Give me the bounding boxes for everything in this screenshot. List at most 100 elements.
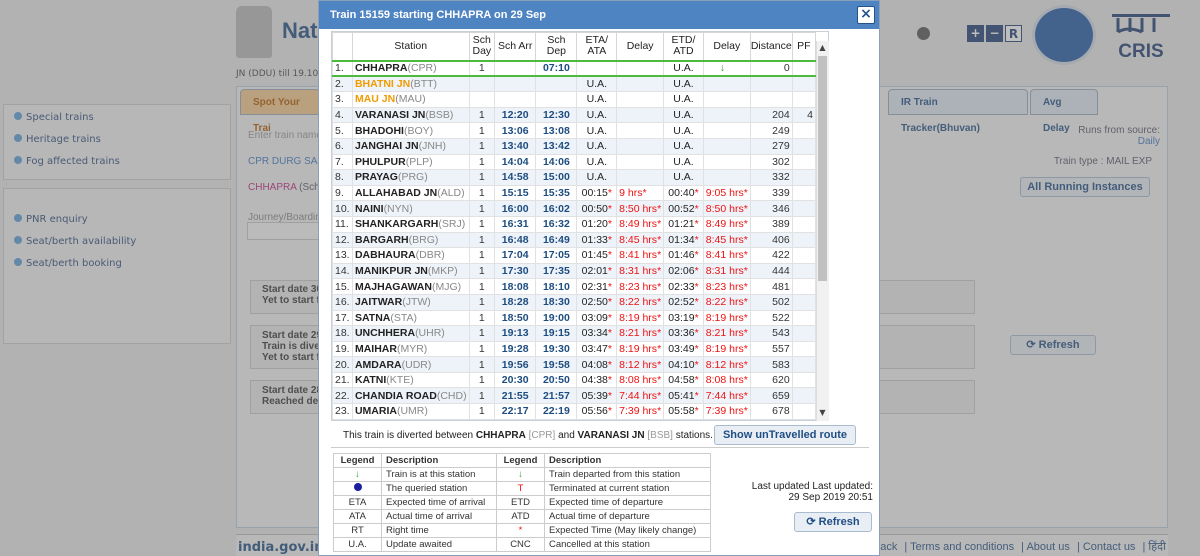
departure-delay: ↓ bbox=[702, 60, 751, 78]
eta: 04:08* bbox=[576, 356, 618, 373]
expected-star-icon: * bbox=[607, 218, 612, 231]
eta: U.A. bbox=[576, 91, 618, 108]
departure-delay-value: 8:50 hrs bbox=[705, 202, 744, 215]
row-number: 9. bbox=[332, 184, 353, 202]
station-row[interactable]: 9. ALLAHABAD JN(ALD) 1 15:15 15:35 00:15* 9 hr… bbox=[332, 184, 817, 202]
row-number: 24. bbox=[332, 418, 353, 420]
station-row[interactable]: 21. KATNI(KTE) 1 20:30 20:50 04:38* 8:08 hrs* 0… bbox=[332, 371, 817, 389]
expected-star-icon: * bbox=[694, 342, 699, 355]
expected-star-icon: * bbox=[743, 202, 748, 215]
station-row[interactable]: 19. MAIHAR(MYR) 1 19:28 19:30 03:47* 8:19 hrs*… bbox=[332, 340, 817, 358]
eta-value: 01:45 bbox=[581, 249, 608, 262]
sch-day: 1 bbox=[468, 403, 496, 420]
platform bbox=[791, 137, 817, 155]
departure-delay: 8:41 hrs* bbox=[702, 247, 751, 264]
station-row[interactable]: 12. BARGARH(BRG) 1 16:48 16:49 01:33* 8:45 hrs… bbox=[332, 231, 817, 249]
sch-departure: 15:00 bbox=[535, 169, 578, 186]
etd-value: 04:10 bbox=[668, 358, 695, 371]
eta: 03:47* bbox=[576, 340, 618, 358]
station-row[interactable]: 3. MAU JN(MAU) U.A. U.A. bbox=[332, 91, 817, 108]
platform bbox=[791, 169, 817, 186]
close-icon[interactable]: × bbox=[857, 6, 875, 24]
refresh-button[interactable]: ⟳ Refresh bbox=[794, 512, 872, 532]
station-row[interactable]: 14. MANIKPUR JN(MKP) 1 17:30 17:35 02:01* 8:31… bbox=[332, 262, 817, 280]
expected-star-icon: * bbox=[607, 374, 612, 387]
eta: 06:21* bbox=[576, 418, 618, 420]
station-code: (MKP) bbox=[427, 265, 458, 278]
station-name: UNCHHERA(UHR) bbox=[351, 325, 470, 342]
diversion-notice: This train is diverted between CHHAPRA [… bbox=[343, 430, 713, 441]
legend-symbol: ETD bbox=[495, 495, 545, 510]
sch-arrival bbox=[494, 91, 537, 108]
train-departed-icon: ↓ bbox=[719, 62, 726, 75]
expected-star-icon: * bbox=[607, 249, 612, 262]
sch-day: 1 bbox=[468, 184, 496, 202]
divert-from-name: CHHAPRA bbox=[475, 430, 526, 441]
station-row[interactable]: 1. CHHAPRA(CPR) 1 07:10 U.A. ↓ 0 bbox=[332, 60, 817, 78]
etd-value: 05:41 bbox=[668, 389, 695, 402]
distance: 339 bbox=[749, 184, 793, 202]
arrival-delay-value: 8:41 hrs bbox=[619, 249, 658, 262]
departure-delay-value: 8:21 hrs bbox=[705, 327, 744, 340]
arrival-delay: 8:19 hrs* bbox=[616, 340, 665, 358]
station-name: BIRSINGHPUR(BRS) bbox=[351, 418, 470, 420]
sch-day: 1 bbox=[468, 293, 496, 311]
station-row[interactable]: 23. UMARIA(UMR) 1 22:17 22:19 05:56* 7:39 hrs*… bbox=[332, 403, 817, 420]
sch-day: 1 bbox=[468, 262, 496, 280]
expected-star-icon: * bbox=[607, 265, 612, 278]
platform bbox=[791, 371, 817, 389]
station-row[interactable]: 2. BHATNI JN(BTT) U.A. U.A. bbox=[332, 75, 817, 93]
station-name: PHULPUR(PLP) bbox=[351, 153, 470, 171]
scroll-down-icon[interactable]: ▼ bbox=[818, 408, 827, 417]
sch-day: 1 bbox=[468, 60, 496, 78]
arrival-delay bbox=[616, 106, 665, 124]
arrival-delay: 8:21 hrs* bbox=[616, 325, 665, 342]
arrival-delay-value: 8:19 hrs bbox=[619, 311, 658, 324]
station-row[interactable]: 8. PRAYAG(PRG) 1 14:58 15:00 U.A. U.A. 332 bbox=[332, 169, 817, 186]
station-row[interactable]: 5. BHADOHI(BOY) 1 13:06 13:08 U.A. U.A. 249 bbox=[332, 122, 817, 139]
arrival-delay: 8:45 hrs* bbox=[616, 231, 665, 249]
station-row[interactable]: 20. AMDARA(UDR) 1 19:56 19:58 04:08* 8:12 hrs*… bbox=[332, 356, 817, 373]
station-row[interactable]: 24.BIRSINGHPUR(BRS)122:4322:4506:21*7:38… bbox=[332, 418, 817, 420]
modal-title: Train 15159 starting CHHAPRA on 29 Sep bbox=[319, 1, 879, 29]
station-row[interactable]: 6. JANGHAI JN(JNH) 1 13:40 13:42 U.A. U.A. 279 bbox=[332, 137, 817, 155]
etd: U.A. bbox=[663, 60, 704, 78]
scroll-up-icon[interactable]: ▲ bbox=[818, 43, 827, 52]
station-row[interactable]: 22. CHANDIA ROAD(CHD) 1 21:55 21:57 05:39* 7:4… bbox=[332, 387, 817, 405]
column-header: Delay bbox=[702, 32, 751, 61]
expected-star-icon: * bbox=[743, 296, 748, 309]
station-row[interactable]: 18. UNCHHERA(UHR) 1 19:13 19:15 03:34* 8:21 hr… bbox=[332, 325, 817, 342]
sch-day: 1 bbox=[468, 231, 496, 249]
departure-delay-value: 8:31 hrs bbox=[705, 265, 744, 278]
station-row[interactable]: 15. MAJHAGAWAN(MJG) 1 18:08 18:10 02:31* 8:23 … bbox=[332, 278, 817, 295]
station-row[interactable]: 11. SHANKARGARH(SRJ) 1 16:31 16:32 01:20* 8:49… bbox=[332, 215, 817, 233]
legend-header: Legend bbox=[495, 453, 545, 468]
station-row[interactable]: 17. SATNA(STA) 1 18:50 19:00 03:09* 8:19 hrs* 0… bbox=[332, 309, 817, 327]
expected-star-icon: * bbox=[694, 218, 699, 231]
etd: 01:21* bbox=[663, 215, 704, 233]
route-table-container[interactable]: Station Sch Day Sch Arr Sch Dep ETA/ ATA Dela… bbox=[331, 31, 829, 421]
arrival-delay bbox=[616, 91, 665, 108]
arrival-delay-value: 8:50 hrs bbox=[619, 202, 658, 215]
departure-delay: 8:31 hrs* bbox=[702, 262, 751, 280]
distance: 481 bbox=[749, 278, 793, 295]
departure-delay-value: 9:05 hrs bbox=[705, 187, 744, 200]
sch-arrival bbox=[494, 60, 537, 78]
show-untravelled-route-button[interactable]: Show unTravelled route bbox=[714, 425, 856, 445]
sch-day: 1 bbox=[468, 137, 496, 155]
arrival-delay: 8:22 hrs* bbox=[616, 293, 665, 311]
station-code: (STA) bbox=[390, 311, 417, 324]
station-row[interactable]: 16. JAITWAR(JTW) 1 18:28 18:30 02:50* 8:22 hrs… bbox=[332, 293, 817, 311]
scrollbar-thumb[interactable] bbox=[818, 56, 827, 281]
station-row[interactable]: 7. PHULPUR(PLP) 1 14:04 14:06 U.A. U.A. 302 bbox=[332, 153, 817, 171]
station-row[interactable]: 13. DABHAURA(DBR) 1 17:04 17:05 01:45* 8:41 hr… bbox=[332, 247, 817, 264]
eta: 01:20* bbox=[576, 215, 618, 233]
station-row[interactable]: 4. VARANASI JN(BSB) 1 12:20 12:30 U.A. U.A. 204… bbox=[332, 106, 817, 124]
legend-symbol: U.A. bbox=[333, 537, 382, 552]
etd-value: 04:58 bbox=[668, 374, 695, 387]
arrival-delay bbox=[616, 75, 665, 93]
station-row[interactable]: 10. NAINI(NYN) 1 16:00 16:02 00:50* 8:50 hrs* 0… bbox=[332, 200, 817, 217]
distance: 204 bbox=[749, 106, 793, 124]
station-name-text: SHANKARGARH bbox=[354, 218, 439, 231]
legend-symbol bbox=[333, 481, 382, 496]
